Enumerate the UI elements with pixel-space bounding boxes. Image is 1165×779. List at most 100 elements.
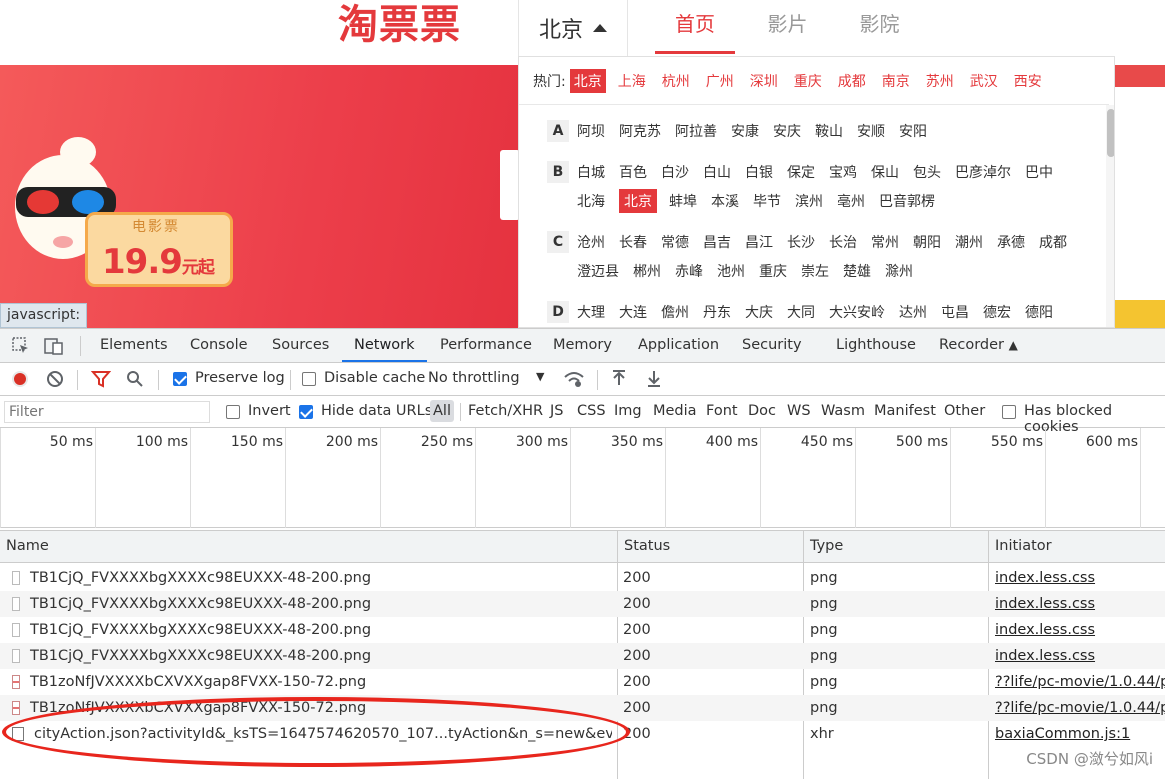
city-link[interactable]: 成都: [1039, 232, 1067, 252]
city-link[interactable]: 白银: [745, 162, 773, 182]
blocked-cookies-checkbox[interactable]: [1002, 405, 1016, 419]
filter-type-media[interactable]: Media: [653, 403, 697, 419]
city-link[interactable]: 安康: [731, 121, 759, 141]
city-link[interactable]: 阿克苏: [619, 121, 661, 141]
column-header-type[interactable]: Type: [810, 538, 843, 554]
city-link[interactable]: 达州: [899, 302, 927, 322]
filter-type-font[interactable]: Font: [706, 403, 738, 419]
tab-recorder[interactable]: Recorder ▲: [939, 329, 1018, 362]
filter-input[interactable]: [4, 401, 210, 423]
request-row[interactable]: TB1CjQ_FVXXXXbgXXXXc98EUXXX-48-200.png 2…: [0, 591, 1165, 617]
request-initiator-link[interactable]: ??life/pc-movie/1.0.44/pag: [995, 669, 1165, 695]
city-link[interactable]: 巴音郭楞: [879, 191, 935, 211]
nav-home[interactable]: 首页: [655, 0, 735, 54]
city-link[interactable]: 重庆: [759, 261, 787, 281]
city-link[interactable]: 朝阳: [913, 232, 941, 252]
city-link[interactable]: 昌吉: [703, 232, 731, 252]
tab-application[interactable]: Application: [638, 329, 719, 362]
record-icon[interactable]: [11, 370, 29, 388]
filter-type-fetch-xhr[interactable]: Fetch/XHR: [468, 403, 543, 419]
city-link[interactable]: 安顺: [857, 121, 885, 141]
request-row[interactable]: TB1CjQ_FVXXXXbgXXXXc98EUXXX-48-200.png 2…: [0, 643, 1165, 669]
column-header-status[interactable]: Status: [624, 538, 670, 554]
city-link[interactable]: 沧州: [577, 232, 605, 252]
filter-icon[interactable]: [91, 370, 111, 388]
request-initiator-link[interactable]: index.less.css: [995, 643, 1165, 669]
hot-city[interactable]: 重庆: [794, 71, 822, 91]
hot-city[interactable]: 杭州: [662, 71, 690, 91]
city-selector-button[interactable]: 北京: [518, 0, 628, 56]
filter-type-manifest[interactable]: Manifest: [874, 403, 936, 419]
filter-type-other[interactable]: Other: [944, 403, 985, 419]
column-divider[interactable]: [803, 531, 804, 564]
hide-data-urls-checkbox[interactable]: [299, 405, 313, 419]
column-header-initiator[interactable]: Initiator: [995, 538, 1052, 554]
city-link[interactable]: 赤峰: [675, 261, 703, 281]
city-link[interactable]: 包头: [913, 162, 941, 182]
tab-security[interactable]: Security: [742, 329, 802, 362]
site-logo[interactable]: 淘票票: [338, 0, 461, 50]
city-link-selected[interactable]: 北京: [619, 189, 657, 213]
disable-cache-checkbox[interactable]: [302, 372, 316, 386]
preserve-log-checkbox[interactable]: [173, 372, 187, 386]
filter-type-css[interactable]: CSS: [577, 403, 606, 419]
request-row[interactable]: TB1CjQ_FVXXXXbgXXXXc98EUXXX-48-200.png 2…: [0, 617, 1165, 643]
tab-memory[interactable]: Memory: [553, 329, 612, 362]
hot-city[interactable]: 深圳: [750, 71, 778, 91]
city-link[interactable]: 长沙: [787, 232, 815, 252]
tab-console[interactable]: Console: [190, 329, 248, 362]
side-banner[interactable]: [1115, 65, 1165, 328]
city-link[interactable]: 郴州: [633, 261, 661, 281]
city-link[interactable]: 常州: [871, 232, 899, 252]
city-link[interactable]: 潮州: [955, 232, 983, 252]
dropdown-scroll-thumb[interactable]: [1107, 109, 1114, 157]
city-link[interactable]: 蚌埠: [669, 191, 697, 211]
hot-city[interactable]: 南京: [882, 71, 910, 91]
city-link[interactable]: 北海: [577, 191, 605, 211]
city-link[interactable]: 德宏: [983, 302, 1011, 322]
city-link[interactable]: 澄迈县: [577, 261, 619, 281]
import-har-icon[interactable]: [611, 369, 627, 389]
city-link[interactable]: 亳州: [837, 191, 865, 211]
hot-city[interactable]: 武汉: [970, 71, 998, 91]
invert-checkbox[interactable]: [226, 405, 240, 419]
city-link[interactable]: 池州: [717, 261, 745, 281]
city-link[interactable]: 大连: [619, 302, 647, 322]
request-row[interactable]: TB1zoNfJVXXXXbCXVXXgap8FVXX-150-72.png 2…: [0, 669, 1165, 695]
city-link[interactable]: 安阳: [899, 121, 927, 141]
network-timeline-overview[interactable]: 50 ms 100 ms 150 ms 200 ms 250 ms 300 ms…: [0, 428, 1165, 528]
device-toolbar-icon[interactable]: [44, 336, 64, 356]
request-initiator-link[interactable]: index.less.css: [995, 565, 1165, 591]
city-link[interactable]: 大同: [787, 302, 815, 322]
city-link[interactable]: 大理: [577, 302, 605, 322]
request-row[interactable]: TB1CjQ_FVXXXXbgXXXXc98EUXXX-48-200.png 2…: [0, 565, 1165, 591]
city-link[interactable]: 长春: [619, 232, 647, 252]
hot-city[interactable]: 北京: [569, 69, 606, 93]
city-link[interactable]: 百色: [619, 162, 647, 182]
filter-type-all[interactable]: All: [430, 400, 454, 422]
hot-city[interactable]: 广州: [706, 71, 734, 91]
city-link[interactable]: 毕节: [753, 191, 781, 211]
inspect-element-icon[interactable]: [12, 337, 30, 355]
city-link[interactable]: 承德: [997, 232, 1025, 252]
city-link[interactable]: 保定: [787, 162, 815, 182]
city-link[interactable]: 阿坝: [577, 121, 605, 141]
city-link[interactable]: 崇左: [801, 261, 829, 281]
request-initiator-link[interactable]: index.less.css: [995, 591, 1165, 617]
city-link[interactable]: 常德: [661, 232, 689, 252]
city-link[interactable]: 大庆: [745, 302, 773, 322]
nav-films[interactable]: 影片: [750, 0, 825, 54]
hot-city[interactable]: 上海: [618, 71, 646, 91]
nav-cinemas[interactable]: 影院: [842, 0, 917, 54]
export-har-icon[interactable]: [646, 369, 662, 389]
filter-type-ws[interactable]: WS: [787, 403, 811, 419]
city-link[interactable]: 楚雄: [843, 261, 871, 281]
filter-type-doc[interactable]: Doc: [748, 403, 776, 419]
search-icon[interactable]: [126, 370, 144, 388]
network-conditions-icon[interactable]: [563, 369, 585, 389]
clear-icon[interactable]: [46, 370, 64, 388]
city-link[interactable]: 安庆: [773, 121, 801, 141]
tab-network[interactable]: Network: [342, 329, 427, 362]
city-link[interactable]: 本溪: [711, 191, 739, 211]
request-initiator-link[interactable]: ??life/pc-movie/1.0.44/pag: [995, 695, 1165, 721]
